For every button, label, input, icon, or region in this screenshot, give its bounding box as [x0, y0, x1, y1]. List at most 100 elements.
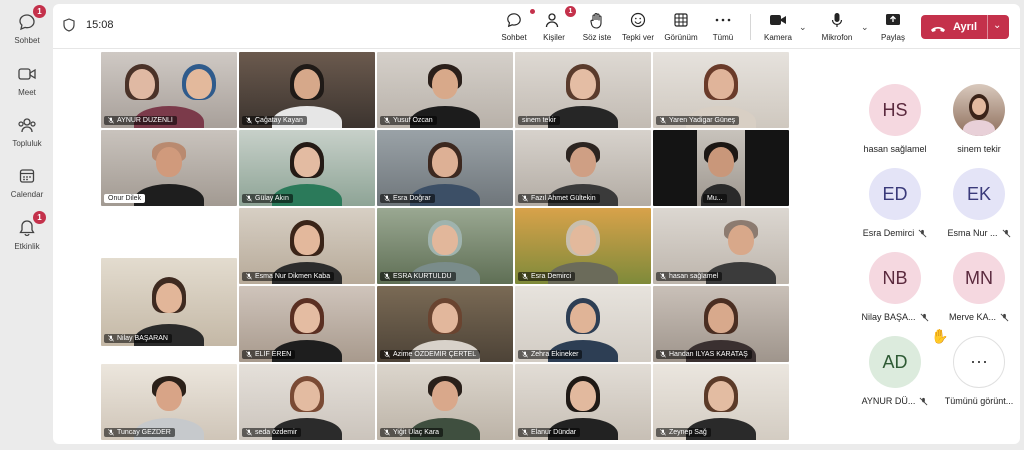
- video-tile[interactable]: Tuncay GEZDER: [101, 364, 237, 440]
- rail-item-chat[interactable]: 1 Sohbet: [0, 5, 54, 45]
- shield-icon[interactable]: [63, 18, 75, 37]
- react-button[interactable]: Tepki ver: [620, 11, 656, 45]
- mic-off-icon: [1000, 313, 1009, 321]
- participant-name: ELİF EREN: [242, 350, 296, 359]
- participant-name: Zeynep Sağ: [656, 428, 711, 437]
- bell-icon: 1: [16, 211, 46, 238]
- video-tile[interactable]: Yaren Yadigar Güneş: [653, 52, 789, 128]
- toolbar-label: Kamera: [763, 33, 792, 42]
- mic-button[interactable]: Mikrofon: [817, 11, 857, 45]
- video-tile[interactable]: Zeynep Sağ: [653, 364, 789, 440]
- toolbar-label: Söz iste: [582, 33, 612, 42]
- rail-label: Etkinlik: [14, 242, 40, 251]
- meeting-toolbar: 15:08 Sohbet 1 Kişiler Söz iste Tepki ve…: [53, 4, 1020, 49]
- participant-name-text: Zeynep Sağ: [669, 429, 707, 436]
- video-tile[interactable]: Esra Demirci: [515, 208, 651, 284]
- leave-divider: [987, 15, 988, 39]
- avatar: [953, 84, 1005, 136]
- meeting-window: 15:08 Sohbet 1 Kişiler Söz iste Tepki ve…: [53, 4, 1020, 444]
- mic-icon: [384, 351, 390, 358]
- chat-unread-dot: [530, 9, 535, 14]
- camera-button[interactable]: Kamera: [761, 11, 795, 45]
- view-all-participants-button[interactable]: ⋯ ✋ Tümünü görünt...: [931, 328, 1021, 406]
- mic-icon: [522, 351, 528, 358]
- video-tile[interactable]: ESRA KURTULDU: [377, 208, 513, 284]
- video-tile[interactable]: Esma Nur Dikmen Kaba: [239, 208, 375, 284]
- roster-participant[interactable]: HS hasan sağlamel: [853, 84, 937, 154]
- mic-options-chevron-icon[interactable]: ⌄: [861, 22, 869, 33]
- rail-label: Calendar: [10, 190, 44, 199]
- roster-participant[interactable]: MN Merve KA...: [937, 252, 1021, 322]
- video-tile[interactable]: Onur Dilek: [101, 130, 237, 206]
- video-tile[interactable]: Fazıl Ahmet Gültekin: [515, 130, 651, 206]
- roster-participant[interactable]: sinem tekir: [937, 84, 1021, 154]
- roster-participant[interactable]: ED Esra Demirci: [853, 168, 937, 238]
- mic-icon: [660, 351, 666, 358]
- participant-name: seda özdemir: [242, 428, 302, 437]
- leave-options-chevron-icon[interactable]: ⌄: [993, 20, 1001, 31]
- participant-name: ESRA KURTULDU: [380, 272, 456, 281]
- mic-icon: [246, 429, 252, 436]
- participant-name-text: Yusuf Özcan: [393, 117, 433, 124]
- camera-options-chevron-icon[interactable]: ⌄: [799, 22, 807, 33]
- video-tile[interactable]: Esra Doğrar: [377, 130, 513, 206]
- video-tile[interactable]: Gülay Akın: [239, 130, 375, 206]
- participant-name: Fazıl Ahmet Gültekin: [518, 194, 600, 203]
- avatar-initials: NB: [882, 267, 908, 288]
- participant-name-text: Esma Nur Dikmen Kaba: [255, 273, 331, 280]
- video-tile[interactable]: AYNUR DÜZENLİ: [101, 52, 237, 128]
- meeting-timer: 15:08: [86, 19, 114, 31]
- video-tile[interactable]: Nilay BAŞARAN: [101, 258, 237, 346]
- rail-label: Meet: [18, 88, 36, 97]
- rail-item-calendar[interactable]: Calendar: [0, 166, 54, 199]
- mic-icon: [246, 273, 252, 280]
- participant-name: sinem tekir: [518, 116, 560, 125]
- roster-name: AYNUR DÜ...: [861, 396, 916, 406]
- mic-icon: [246, 195, 252, 202]
- avatar-initials: EK: [966, 183, 991, 204]
- roster-name: hasan sağlamel: [863, 144, 927, 154]
- video-tile[interactable]: Mu...: [653, 130, 789, 206]
- view-button[interactable]: Görünüm: [662, 11, 700, 45]
- video-tile[interactable]: Çağatay Kayan: [239, 52, 375, 128]
- participant-name-text: Fazıl Ahmet Gültekin: [531, 195, 596, 202]
- participant-name-text: Çağatay Kayan: [255, 117, 303, 124]
- roster-participant[interactable]: EK Esma Nur ...: [937, 168, 1021, 238]
- raised-hand-icon: ✋: [931, 328, 949, 344]
- participant-name-text: Handan İLYAS KARATAŞ: [669, 351, 748, 358]
- more-icon: [708, 11, 738, 29]
- rail-item-meet[interactable]: Meet: [0, 64, 54, 97]
- roster-participant[interactable]: NB Nilay BAŞA...: [853, 252, 937, 322]
- avatar: AD: [869, 336, 921, 388]
- video-tile[interactable]: Yiğit Ulaç Kara: [377, 364, 513, 440]
- participant-name: AYNUR DÜZENLİ: [104, 116, 177, 125]
- video-tile[interactable]: Yusuf Özcan: [377, 52, 513, 128]
- raise-hand-button[interactable]: Söz iste: [579, 11, 615, 45]
- video-tile[interactable]: hasan sağlamel: [653, 208, 789, 284]
- participant-name-text: Esra Doğrar: [393, 195, 431, 202]
- participant-name-text: Azime ÖZDEMİR ÇERTEL: [393, 351, 477, 358]
- mic-icon: [522, 429, 528, 436]
- video-tile[interactable]: Zehra Ekineker: [515, 286, 651, 362]
- participant-name: hasan sağlamel: [656, 272, 723, 281]
- video-tile[interactable]: sinem tekir: [515, 52, 651, 128]
- video-tile[interactable]: Handan İLYAS KARATAŞ: [653, 286, 789, 362]
- leave-button[interactable]: Ayrıl ⌄: [921, 15, 1009, 39]
- participant-name-text: ESRA KURTULDU: [393, 273, 452, 280]
- mic-off-icon: [918, 229, 927, 237]
- avatar-initials: AD: [882, 351, 908, 372]
- rail-item-activity[interactable]: 1 Etkinlik: [0, 211, 54, 251]
- video-tile[interactable]: Azime ÖZDEMİR ÇERTEL: [377, 286, 513, 362]
- video-tile[interactable]: seda özdemir: [239, 364, 375, 440]
- more-actions-button[interactable]: Tümü: [708, 11, 738, 45]
- video-tile[interactable]: ELİF EREN: [239, 286, 375, 362]
- roster-participant[interactable]: AD AYNUR DÜ...: [853, 336, 937, 406]
- chat-button[interactable]: Sohbet: [496, 9, 535, 45]
- share-button[interactable]: Paylaş: [878, 11, 908, 45]
- video-tile[interactable]: Elanur Dündar: [515, 364, 651, 440]
- rail-item-community[interactable]: Topluluk: [0, 115, 54, 148]
- chat-badge: 1: [33, 5, 46, 18]
- people-button[interactable]: 1 Kişiler: [538, 6, 576, 45]
- participant-name-text: Onur Dilek: [108, 195, 142, 202]
- participant-name: Gülay Akın: [242, 194, 293, 203]
